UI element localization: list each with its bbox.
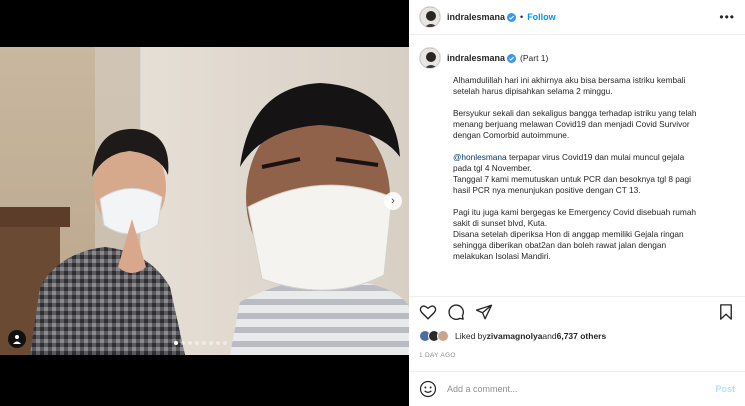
heart-icon[interactable]: [419, 303, 437, 321]
liker-avatars: [419, 330, 449, 342]
avatar[interactable]: [419, 6, 441, 28]
share-icon[interactable]: [475, 303, 493, 321]
comment-input[interactable]: [447, 384, 716, 394]
comment-box: Post: [409, 371, 745, 406]
carousel-dots: [174, 341, 227, 345]
verified-icon: [507, 53, 517, 63]
avatar[interactable]: [419, 47, 441, 69]
post-sidebar: indralesmana • Follow ••• indralesmana (…: [409, 0, 745, 406]
post-photo[interactable]: ›: [0, 47, 409, 355]
carousel-dot: [223, 341, 227, 345]
post-media-pane: ›: [0, 0, 409, 406]
liker-username[interactable]: zivamagnolya: [487, 331, 543, 341]
more-icon[interactable]: •••: [719, 10, 735, 24]
emoji-icon[interactable]: [419, 380, 437, 398]
carousel-dot: [195, 341, 199, 345]
likes-count-link[interactable]: 6,737 others: [557, 331, 607, 341]
caption-paragraph: Bersyukur sekali dan sekaligus bangga te…: [453, 108, 697, 140]
post-timestamp[interactable]: 1 DAY AGO: [419, 352, 456, 359]
caption-body: Alhamdulillah hari ini akhirnya aku bisa…: [453, 75, 735, 262]
carousel-dot: [181, 341, 185, 345]
likes-summary: Liked by zivamagnolya and 6,737 others: [419, 330, 606, 342]
carousel-dot: [174, 341, 178, 345]
mention-link[interactable]: @honlesmana: [453, 152, 507, 162]
separator-dot: •: [520, 12, 524, 22]
post-username[interactable]: indralesmana: [447, 12, 505, 22]
carousel-dot: [209, 341, 213, 345]
user-tag-icon[interactable]: [8, 330, 26, 348]
post-comment-button[interactable]: Post: [715, 384, 735, 394]
bookmark-icon[interactable]: [717, 303, 735, 321]
avatar[interactable]: [437, 330, 449, 342]
caption-header: indralesmana (Part 1): [419, 47, 735, 69]
caption-paragraph: Pagi itu juga kami bergegas ke Emergency…: [453, 207, 697, 261]
caption-part: (Part 1): [520, 53, 549, 63]
comment-icon[interactable]: [447, 303, 465, 321]
caption-paragraph: @honlesmana terpapar virus Covid19 dan m…: [453, 152, 735, 196]
carousel-dot: [188, 341, 192, 345]
next-arrow-icon[interactable]: ›: [384, 192, 402, 210]
caption-username[interactable]: indralesmana: [447, 53, 505, 63]
caption-paragraph: Alhamdulillah hari ini akhirnya aku bisa…: [453, 75, 686, 96]
likes-middle: and: [542, 331, 557, 341]
follow-button[interactable]: Follow: [527, 12, 556, 22]
action-bar: [409, 296, 745, 326]
verified-icon: [507, 12, 517, 22]
post-header: indralesmana • Follow •••: [409, 0, 745, 35]
carousel-dot: [216, 341, 220, 345]
caption: indralesmana (Part 1) Alhamdulillah hari…: [409, 36, 745, 292]
carousel-dot: [202, 341, 206, 345]
likes-prefix: Liked by: [455, 331, 487, 341]
